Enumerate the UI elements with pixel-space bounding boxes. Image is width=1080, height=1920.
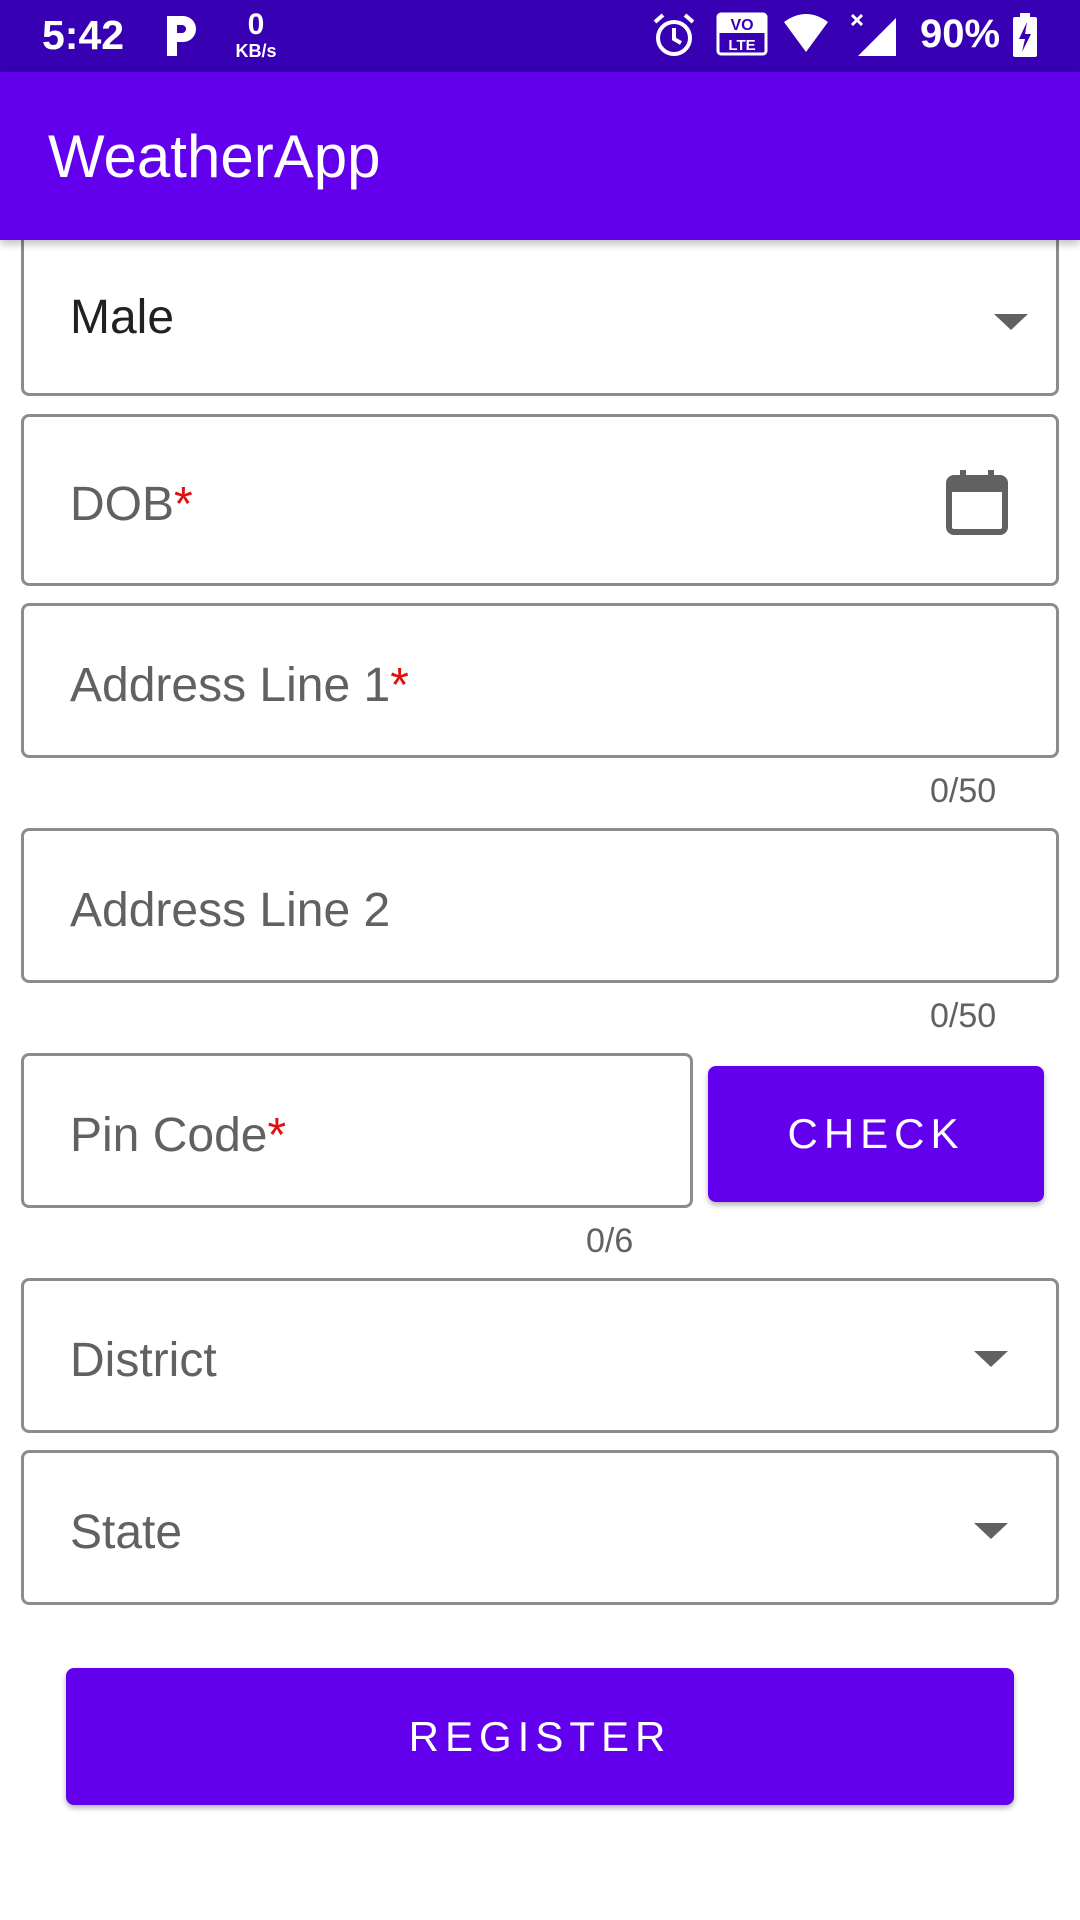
dropdown-arrow-icon bbox=[994, 314, 1028, 330]
dob-label: DOB* bbox=[70, 478, 193, 531]
dob-field[interactable]: DOB* bbox=[21, 414, 1059, 586]
status-time: 5:42 bbox=[42, 12, 125, 58]
state-label: State bbox=[70, 1506, 183, 1559]
district-dropdown[interactable]: District bbox=[21, 1278, 1059, 1433]
address-line-2-input[interactable]: Address Line 2 bbox=[21, 828, 1059, 983]
svg-text:LTE: LTE bbox=[728, 37, 755, 54]
volte-icon: VO LTE bbox=[716, 12, 768, 56]
parking-notification-icon bbox=[167, 16, 196, 56]
state-dropdown[interactable]: State bbox=[21, 1450, 1059, 1605]
signal-icon bbox=[850, 13, 896, 56]
check-button[interactable]: CHECK bbox=[708, 1066, 1044, 1202]
app-bar: WeatherApp bbox=[0, 72, 1080, 240]
alarm-icon bbox=[653, 13, 695, 56]
address-line-1-label: Address Line 1* bbox=[70, 659, 409, 712]
dropdown-arrow-icon bbox=[974, 1523, 1008, 1539]
wifi-icon bbox=[784, 14, 828, 52]
battery-percent: 90% bbox=[920, 12, 1001, 56]
address-line-1-counter: 0/50 bbox=[930, 772, 997, 810]
address-line-2-label: Address Line 2 bbox=[70, 884, 391, 937]
battery-charging-icon bbox=[1013, 13, 1037, 57]
app-title: WeatherApp bbox=[48, 123, 381, 190]
dropdown-arrow-icon bbox=[974, 1351, 1008, 1367]
pin-code-input[interactable]: Pin Code* bbox=[21, 1053, 693, 1208]
pin-code-label: Pin Code* bbox=[70, 1109, 287, 1162]
network-speed: 0 KB/s bbox=[235, 8, 277, 61]
address-line-2-counter: 0/50 bbox=[930, 997, 997, 1035]
register-button[interactable]: REGISTER bbox=[66, 1668, 1014, 1805]
address-line-1-input[interactable]: Address Line 1* bbox=[21, 603, 1059, 758]
district-label: District bbox=[70, 1334, 217, 1387]
status-bar: 5:42 0 KB/s VO LTE 90% bbox=[0, 0, 1080, 72]
calendar-icon[interactable] bbox=[945, 468, 1009, 536]
gender-value: Male bbox=[70, 291, 175, 344]
pin-code-counter: 0/6 bbox=[586, 1222, 634, 1260]
gender-dropdown[interactable]: Male bbox=[21, 230, 1059, 396]
svg-text:VO: VO bbox=[730, 17, 753, 34]
